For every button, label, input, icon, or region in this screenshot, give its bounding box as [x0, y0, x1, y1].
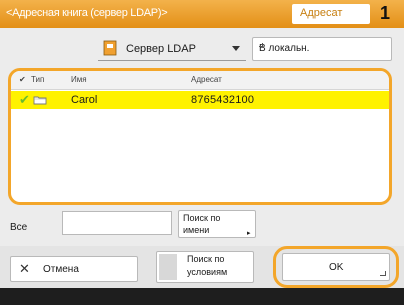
list-item[interactable]: ✔ Carol 8765432100 [11, 91, 389, 109]
chevron-down-icon [232, 46, 240, 51]
status-strip [0, 288, 404, 305]
col-address[interactable]: Адресат [191, 75, 222, 84]
search-by-name-line2: имени [183, 225, 210, 235]
recipient-address: 8765432100 [191, 94, 255, 106]
search-by-cond-line1: Поиск по [187, 254, 225, 264]
recipient-name: Carol [71, 94, 98, 106]
cancel-button[interactable]: ✕ Отмена [10, 256, 138, 282]
filter-input[interactable] [62, 211, 172, 235]
search-by-cond-line2: условиям [187, 267, 228, 277]
select-all-check-icon[interactable]: ✔ [19, 75, 26, 84]
corner-indicator-icon [259, 43, 263, 47]
close-icon: ✕ [19, 261, 30, 276]
list-header: ✔ Тип Имя Адресат [11, 71, 389, 90]
title-bar: <Адресная книга (сервер LDAP)> Адресат 1 [0, 0, 404, 28]
arrow-right-icon: ▸ [247, 230, 251, 237]
window-title: <Адресная книга (сервер LDAP)> [6, 7, 168, 19]
search-by-conditions-button[interactable]: Поиск по условиям [156, 251, 254, 283]
col-type[interactable]: Тип [31, 75, 44, 84]
conditions-icon [159, 254, 177, 280]
recipient-tab-label: Адресат [300, 7, 343, 19]
ok-button[interactable]: OK [282, 253, 390, 281]
to-local-button[interactable]: В локальн. [252, 37, 392, 61]
search-by-name-button[interactable]: Поиск по имени ▸ [178, 210, 256, 238]
col-name[interactable]: Имя [71, 75, 87, 84]
address-list: ✔ Тип Имя Адресат ✔ Carol 8765432100 [8, 68, 392, 205]
recipient-tab[interactable]: Адресат [292, 4, 370, 24]
ok-label: OK [329, 262, 344, 273]
network-folder-icon [33, 96, 47, 105]
enter-corner-icon [380, 271, 386, 276]
filter-label: Все [10, 222, 28, 233]
recipient-count: 1 [380, 3, 391, 23]
check-icon: ✔ [19, 92, 30, 107]
cancel-label: Отмена [43, 264, 79, 275]
server-select[interactable]: Сервер LDAP [98, 38, 246, 61]
address-book-icon [103, 40, 117, 56]
search-by-name-line1: Поиск по [183, 213, 221, 223]
server-select-label: Сервер LDAP [126, 43, 196, 55]
to-local-label: В локальн. [259, 43, 310, 54]
